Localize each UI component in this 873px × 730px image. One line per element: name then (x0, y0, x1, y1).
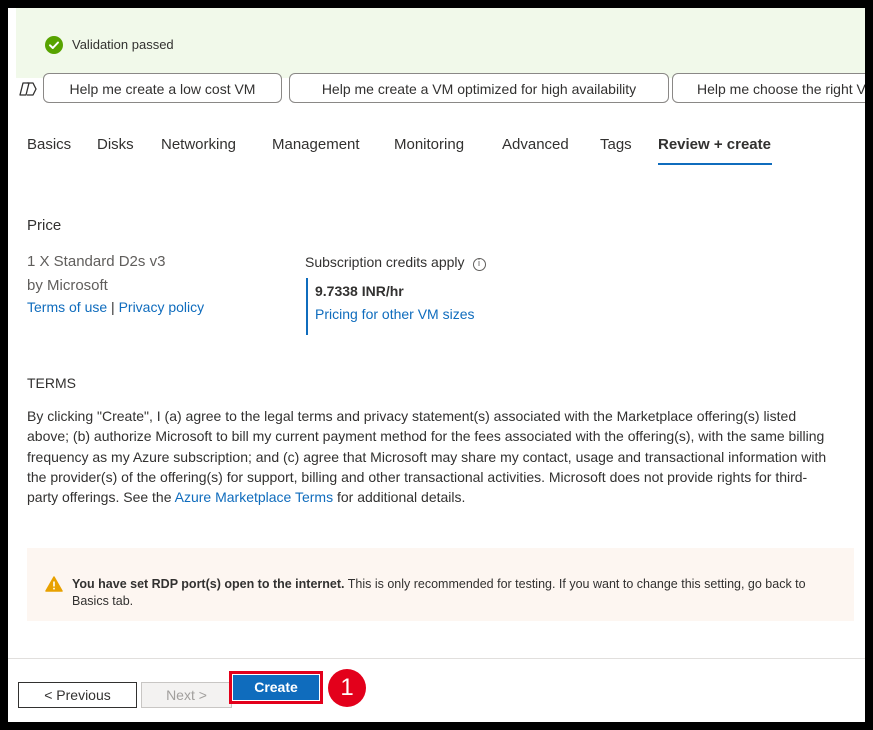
credits-label: Subscription credits apply (305, 254, 465, 270)
price-accent-bar (306, 278, 308, 335)
price-heading: Price (27, 217, 62, 234)
tab-monitoring[interactable]: Monitoring (394, 136, 464, 153)
tab-disks[interactable]: Disks (97, 136, 134, 153)
price-rate: 9.7338 INR/hr (315, 283, 404, 299)
terms-heading: TERMS (27, 375, 76, 391)
marketplace-terms-link[interactable]: Azure Marketplace Terms (175, 489, 333, 505)
tab-basics[interactable]: Basics (27, 136, 71, 153)
warning-text: You have set RDP port(s) open to the int… (72, 576, 842, 610)
product-name: 1 X Standard D2s v3 (27, 253, 166, 270)
tab-networking[interactable]: Networking (161, 136, 236, 153)
create-button[interactable]: Create (233, 675, 319, 700)
suggestion-chip-high-availability[interactable]: Help me create a VM optimized for high a… (289, 73, 669, 103)
terms-text-after: for additional details. (333, 489, 466, 506)
warning-bold-text: You have set RDP port(s) open to the int… (72, 577, 345, 591)
step-marker: 1 (328, 669, 366, 707)
tab-tags[interactable]: Tags (600, 136, 632, 153)
link-separator: | (111, 299, 115, 315)
active-tab-indicator (658, 163, 772, 165)
pricing-other-sizes-link[interactable]: Pricing for other VM sizes (315, 306, 475, 322)
check-circle-icon (45, 36, 63, 54)
copilot-icon (19, 80, 37, 98)
tab-management[interactable]: Management (272, 136, 360, 153)
vm-create-review-panel: Validation passed Help me create a low c… (8, 8, 865, 722)
validation-text: Validation passed (72, 37, 174, 52)
tab-advanced[interactable]: Advanced (502, 136, 569, 153)
terms-text: By clicking "Create", I (a) agree to the… (27, 406, 837, 507)
tab-review-create[interactable]: Review + create (658, 136, 771, 153)
terms-of-use-link[interactable]: Terms of use (27, 299, 107, 315)
rdp-warning-banner: You have set RDP port(s) open to the int… (27, 548, 854, 621)
suggestion-chip-choose-vm[interactable]: Help me choose the right VM (672, 73, 865, 103)
next-button[interactable]: Next > (141, 682, 232, 708)
product-links: Terms of use | Privacy policy (27, 299, 204, 315)
validation-banner: Validation passed (16, 8, 865, 78)
info-icon[interactable]: i (472, 258, 486, 271)
footer-divider (8, 658, 865, 659)
product-publisher: by Microsoft (27, 277, 108, 294)
previous-button[interactable]: < Previous (18, 682, 137, 708)
privacy-policy-link[interactable]: Privacy policy (119, 299, 205, 315)
subscription-credits: Subscription credits apply i (305, 254, 486, 271)
suggestion-chip-low-cost[interactable]: Help me create a low cost VM (43, 73, 282, 103)
warning-icon (45, 576, 63, 597)
